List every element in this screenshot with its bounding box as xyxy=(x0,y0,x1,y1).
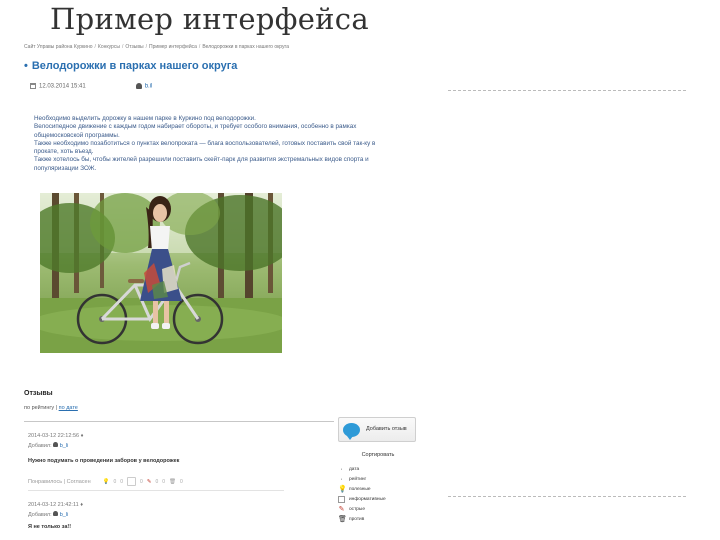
article-title-text: Велодорожки в парках нашего округа xyxy=(31,60,238,72)
article-date: 12.03.2014 15:41 xyxy=(39,83,86,90)
article-author[interactable]: b.il xyxy=(145,84,153,90)
comment-text: Нужно подумать о проведении заборов у ве… xyxy=(28,458,180,464)
comment-date: 2014-03-12 21:42:11 ♦ xyxy=(28,502,83,508)
add-review-button[interactable]: Добавить отзыв xyxy=(338,417,416,442)
breadcrumb-item-current: Велодорожки в парках нашего округа xyxy=(202,44,290,50)
website-screenshot: Сайт Управы района Куркино / Конкурсы / Отзы… xyxy=(0,0,720,540)
article-title: • Велодорожки в парках нашего округа xyxy=(24,60,237,72)
pencil-icon[interactable]: ✎ xyxy=(147,479,152,485)
user-icon xyxy=(135,83,142,89)
reviews-sort: по рейтингу | по дате xyxy=(24,405,78,411)
comment: 2014-03-12 21:42:11 ♦ Добавил: b_li Я не… xyxy=(28,502,284,530)
breadcrumb-item[interactable]: Пример интерфейса xyxy=(149,44,197,50)
article-paragraph: Также хотелось бы, чтобы жителей разреши… xyxy=(34,156,369,172)
sort-item-informative[interactable]: информативные xyxy=(338,494,418,504)
lightbulb-icon[interactable]: 💡 xyxy=(103,479,110,485)
article-body: Необходимо выделить дорожку в нашем парк… xyxy=(34,115,394,173)
count: 0 xyxy=(162,478,165,485)
comment-divider xyxy=(28,490,284,491)
calendar-icon xyxy=(30,83,36,89)
user-icon xyxy=(53,511,59,516)
breadcrumb-item[interactable]: Конкурсы xyxy=(98,44,120,50)
comment-author: Добавил: b_li xyxy=(28,442,69,449)
comment-author-link[interactable]: b_li xyxy=(60,443,69,449)
divider xyxy=(448,496,688,497)
side-panel: Добавить отзыв Сортировать · дата · рейтин… xyxy=(338,417,418,524)
comment-author: Добавил: b_li xyxy=(28,511,69,518)
informative-count: 0 xyxy=(140,478,143,485)
article-photo xyxy=(40,193,282,353)
trash-icon: 🗑 xyxy=(338,515,347,523)
user-icon xyxy=(53,442,59,447)
sort-rating-link[interactable]: по рейтингу xyxy=(24,405,54,411)
info-icon[interactable] xyxy=(127,477,137,486)
sort-title: Сортировать xyxy=(361,452,395,458)
sort-list: · дата · рейтинг 💡 полезные информативные ✎… xyxy=(338,464,418,524)
breadcrumb-item[interactable]: Сайт Управы района Куркино xyxy=(24,44,93,50)
speech-bubble-icon xyxy=(343,422,360,440)
pencil-icon: ✎ xyxy=(338,505,345,513)
trash-icon[interactable]: 🗑 xyxy=(169,479,176,485)
comment: 2014-03-12 22:12:56 ♦ Добавил: b_li Нужн… xyxy=(28,433,284,491)
article-meta: 12.03.2014 15:41 b.il xyxy=(30,83,152,90)
girl-with-bicycle-photo xyxy=(40,193,282,353)
comment-author-link[interactable]: b_li xyxy=(60,512,69,518)
sort-item-sharp[interactable]: ✎ острые xyxy=(338,504,418,514)
count: 0 xyxy=(120,478,124,485)
article-paragraph: Велосипедное движение с каждым годом наб… xyxy=(34,123,357,139)
add-review-label: Добавить отзыв xyxy=(366,426,407,432)
sort-item-against[interactable]: 🗑 против xyxy=(338,514,418,524)
dot-icon: · xyxy=(340,475,343,483)
lightbulb-icon: 💡 xyxy=(338,485,347,493)
comment-footer-label: Понравилось | Согласен xyxy=(28,478,91,485)
divider xyxy=(448,90,688,91)
reviews-title: Отзывы xyxy=(24,390,53,397)
article-paragraph: Также необходимо позаботиться о пунктах … xyxy=(34,139,376,156)
dot-icon: · xyxy=(340,465,343,473)
comment-date: 2014-03-12 22:12:56 ♦ xyxy=(28,433,84,439)
bullet-icon: • xyxy=(24,60,28,72)
info-icon xyxy=(338,495,345,503)
breadcrumb: Сайт Управы района Куркино / Конкурсы / Отзы… xyxy=(24,44,290,50)
against-count: 0 xyxy=(179,478,183,485)
sharp-count: 0 xyxy=(155,478,159,485)
sort-item-rating[interactable]: · рейтинг xyxy=(338,474,418,484)
comment-text: Я не только за!! xyxy=(28,524,72,530)
sort-item-date[interactable]: · дата xyxy=(338,464,418,474)
sort-item-useful[interactable]: 💡 полезные xyxy=(338,484,418,494)
breadcrumb-item[interactable]: Отзывы xyxy=(125,44,143,50)
sort-date-link[interactable]: по дате xyxy=(59,405,78,411)
comment-toolbar: Понравилось | Согласен 💡 0 0 0 ✎ 0 0 🗑 0 xyxy=(28,477,284,486)
useful-count: 0 xyxy=(113,478,117,485)
divider xyxy=(24,421,334,422)
